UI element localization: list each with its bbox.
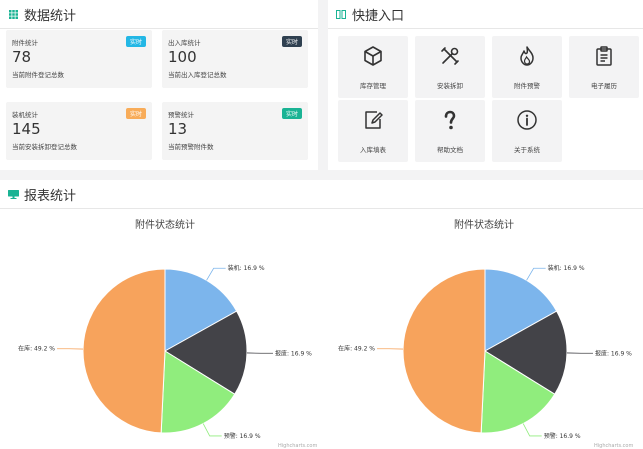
- stat-value: 100: [168, 48, 197, 66]
- warning-stat-card[interactable]: 预警统计 实时 13 当前预警附件数: [162, 102, 308, 160]
- quick-help-button[interactable]: 帮助文档: [415, 100, 485, 162]
- quick-label: 附件预警: [514, 82, 540, 90]
- stat-desc: 当前预警附件数: [168, 143, 214, 151]
- slice-label: 在库: 49.2 %: [18, 345, 55, 353]
- quick-about-button[interactable]: 关于系统: [492, 100, 562, 162]
- stat-desc: 当前附件登记总数: [12, 71, 64, 79]
- stat-label: 预警统计: [168, 111, 194, 119]
- stat-value: 13: [168, 120, 188, 138]
- quick-label: 电子履历: [591, 82, 617, 90]
- stat-desc: 当前安装拆卸登记总数: [12, 143, 77, 151]
- slice-label: 装机: 16.9 %: [548, 264, 585, 272]
- columns-icon: [330, 9, 352, 19]
- quick-access-header: 快捷入口: [328, 0, 643, 29]
- grid-icon: [2, 9, 24, 19]
- stat-label: 出入库统计: [168, 39, 201, 47]
- slice-connector: [522, 423, 542, 437]
- realtime-badge: 实时: [281, 36, 302, 47]
- quick-access-title: 快捷入口: [352, 8, 405, 24]
- slice-label: 报废: 16.9 %: [275, 349, 312, 357]
- quick-stockin-form-button[interactable]: 入库填表: [338, 100, 408, 162]
- info-icon: [492, 106, 562, 134]
- form-edit-icon: [338, 106, 408, 134]
- report-stats-title: 报表统计: [24, 188, 77, 204]
- slice-connector: [526, 267, 546, 281]
- chart-title-right: 附件状态统计: [454, 220, 514, 231]
- highcharts-credit-right[interactable]: Highcharts.com: [594, 443, 633, 449]
- report-stats-header: 报表统计: [0, 180, 643, 209]
- clipboard-icon: [569, 42, 639, 70]
- realtime-badge: 实时: [125, 108, 146, 119]
- pie-slice-在库[interactable]: [402, 268, 486, 434]
- chart-title-left: 附件状态统计: [135, 220, 195, 231]
- slice-connector: [202, 423, 222, 437]
- slice-label: 报废: 16.9 %: [595, 349, 632, 357]
- stat-value: 78: [12, 48, 32, 66]
- attachment-stat-card[interactable]: 附件统计 实时 78 当前附件登记总数: [6, 30, 152, 88]
- question-icon: [415, 106, 485, 134]
- data-stats-panel: 数据统计 附件统计 实时 78 当前附件登记总数 出入库统计 实时 100 当前…: [0, 0, 318, 170]
- pie-chart-left: 装机: 16.9 % 报废: 16.9 % 预警: 16.9 % 在库: 49.2 %: [18, 264, 312, 440]
- stat-value: 145: [12, 120, 41, 138]
- stat-label: 附件统计: [12, 39, 38, 47]
- quick-install-button[interactable]: 安装拆卸: [415, 36, 485, 98]
- quick-warning-button[interactable]: 附件预警: [492, 36, 562, 98]
- cube-icon: [338, 42, 408, 70]
- slice-label: 在库: 49.2 %: [338, 345, 375, 353]
- slice-label: 预警: 16.9 %: [224, 432, 261, 440]
- realtime-badge: 实时: [125, 36, 146, 47]
- pie-chart-right: 装机: 16.9 % 报废: 16.9 % 预警: 16.9 % 在库: 49.2 %: [338, 264, 632, 440]
- flame-icon: [492, 42, 562, 70]
- slice-connector: [206, 267, 226, 281]
- inout-stat-card[interactable]: 出入库统计 实时 100 当前出入库登记总数: [162, 30, 308, 88]
- slice-label: 装机: 16.9 %: [228, 264, 265, 272]
- report-stats-panel: 报表统计 附件状态统计 附件状态统计 装机: 16.9 % 报废: 16.9 % 预…: [0, 180, 643, 449]
- install-stat-card[interactable]: 装机统计 实时 145 当前安装拆卸登记总数: [6, 102, 152, 160]
- quick-label: 安装拆卸: [437, 82, 463, 90]
- quick-label: 库存管理: [360, 82, 386, 90]
- stat-label: 装机统计: [12, 111, 38, 119]
- quick-label: 入库填表: [360, 146, 386, 154]
- quick-record-button[interactable]: 电子履历: [569, 36, 639, 98]
- pie-slice-在库[interactable]: [82, 268, 166, 434]
- quick-inventory-button[interactable]: 库存管理: [338, 36, 408, 98]
- quick-access-panel: 快捷入口 库存管理 安装拆卸 附件预警 电子履历 入库填表 帮助文档 关于系统: [328, 0, 643, 170]
- data-stats-header: 数据统计: [0, 0, 318, 29]
- realtime-badge: 实时: [281, 108, 302, 119]
- stat-desc: 当前出入库登记总数: [168, 71, 227, 79]
- quick-label: 关于系统: [514, 146, 540, 154]
- slice-label: 预警: 16.9 %: [544, 432, 581, 440]
- highcharts-credit-left[interactable]: Highcharts.com: [278, 443, 317, 449]
- quick-label: 帮助文档: [437, 146, 463, 154]
- tools-icon: [415, 42, 485, 70]
- data-stats-title: 数据统计: [24, 8, 77, 24]
- monitor-icon: [2, 189, 24, 199]
